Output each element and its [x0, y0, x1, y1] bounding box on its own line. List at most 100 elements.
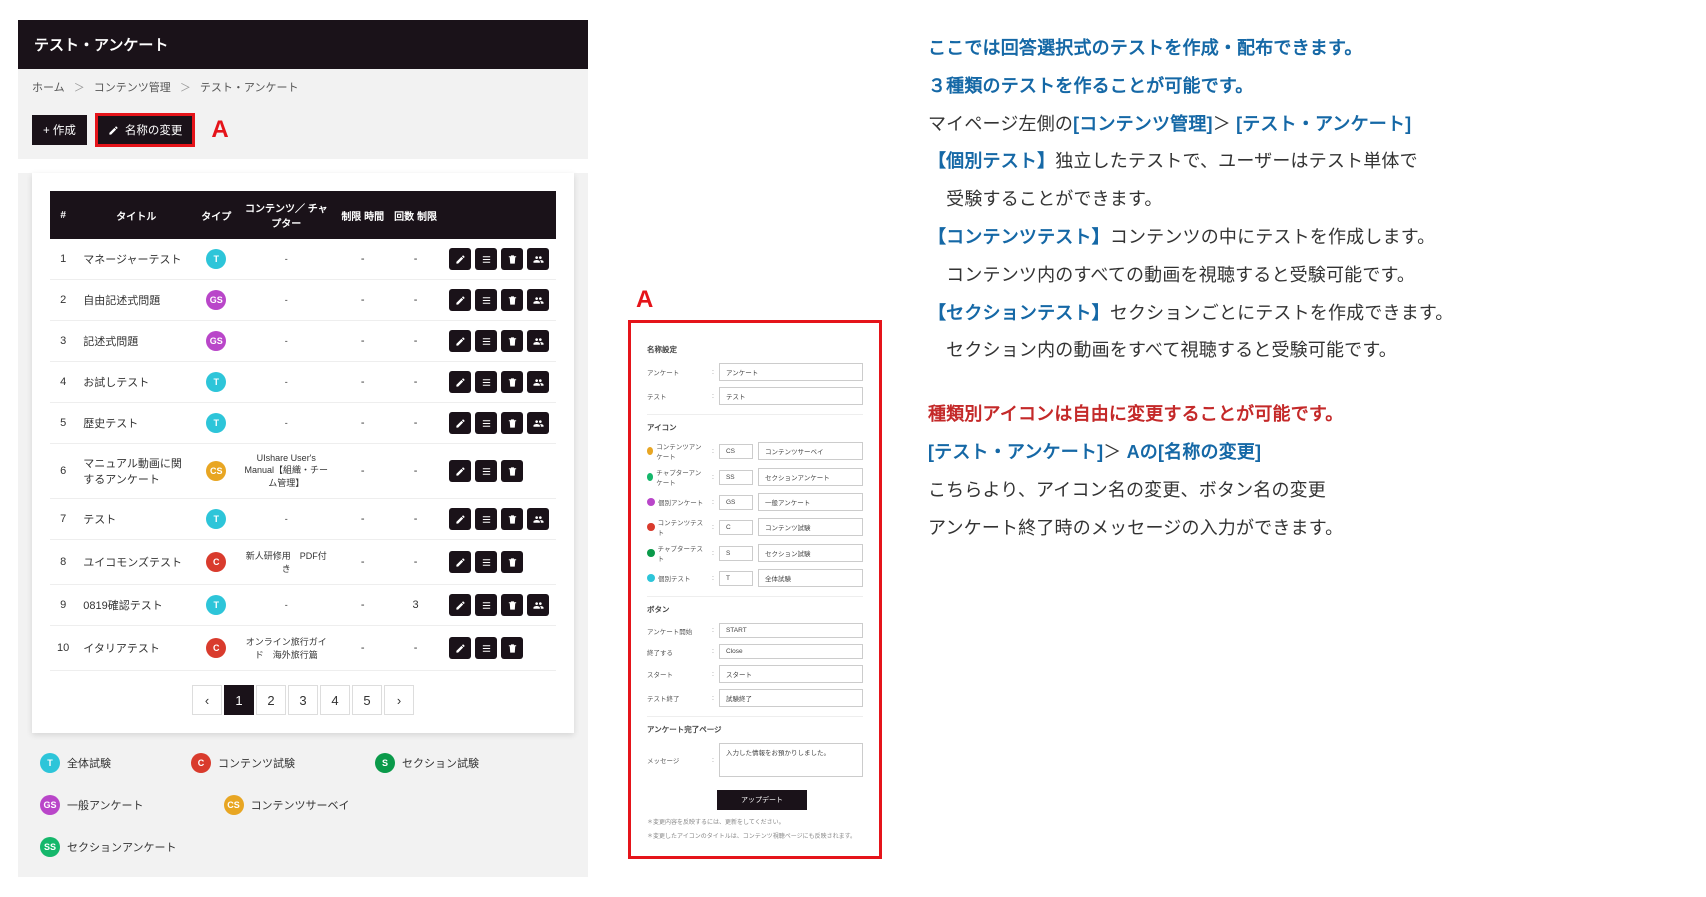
legend-item: SSセクションアンケート	[40, 837, 177, 857]
trash-icon[interactable]	[501, 330, 523, 352]
page-prev[interactable]: ‹	[192, 685, 222, 715]
code-field[interactable]: CS	[719, 444, 753, 459]
users-icon[interactable]	[527, 371, 549, 393]
code-field[interactable]: SS	[719, 470, 753, 485]
field-label: 個別アンケート	[647, 497, 707, 507]
code-field[interactable]: C	[719, 520, 753, 535]
edit-icon[interactable]	[449, 637, 471, 659]
legend-item: CSコンテンツサーベイ	[224, 795, 350, 815]
page-3[interactable]: 3	[288, 685, 318, 715]
value-field[interactable]: コンテンツサーベイ	[758, 442, 863, 460]
list-icon[interactable]	[475, 248, 497, 270]
breadcrumb-test[interactable]: テスト・アンケート	[200, 82, 299, 94]
field-label: コンテンツアンケート	[647, 441, 707, 461]
breadcrumb-content[interactable]: コンテンツ管理	[94, 82, 171, 94]
type-chip: T	[206, 249, 226, 269]
table-row: 2自由記述式問題GS---	[50, 280, 556, 321]
trash-icon[interactable]	[501, 412, 523, 434]
trash-icon[interactable]	[501, 371, 523, 393]
page-1[interactable]: 1	[224, 685, 254, 715]
edit-icon[interactable]	[449, 412, 471, 434]
breadcrumb-home[interactable]: ホーム	[32, 82, 65, 94]
field-label: アンケート	[647, 367, 707, 377]
trash-icon[interactable]	[501, 637, 523, 659]
table-row: 4お試しテストT---	[50, 362, 556, 403]
explanation: ここでは回答選択式のテストを作成・配布できます。 ３種類のテストを作ることが可能…	[928, 20, 1706, 547]
users-icon[interactable]	[527, 289, 549, 311]
field-label: テスト終了	[647, 693, 707, 703]
list-icon[interactable]	[475, 412, 497, 434]
edit-icon[interactable]	[449, 248, 471, 270]
create-button[interactable]: + 作成	[32, 115, 87, 145]
legend-chip: GS	[40, 795, 60, 815]
breadcrumb: ホーム ＞ コンテンツ管理 ＞ テスト・アンケート	[18, 69, 588, 105]
code-field[interactable]: T	[719, 571, 753, 586]
list-icon[interactable]	[475, 289, 497, 311]
list-icon[interactable]	[475, 637, 497, 659]
value-field[interactable]: Close	[719, 644, 863, 659]
list-icon[interactable]	[475, 551, 497, 573]
page-next[interactable]: ›	[384, 685, 414, 715]
list-icon[interactable]	[475, 508, 497, 530]
pencil-icon	[108, 125, 119, 136]
form-row: チャプターテスト:Sセクション試験	[647, 540, 863, 566]
users-icon[interactable]	[527, 248, 549, 270]
type-chip: T	[206, 595, 226, 615]
users-icon[interactable]	[527, 594, 549, 616]
list-icon[interactable]	[475, 594, 497, 616]
value-field[interactable]: セクションアンケート	[758, 468, 863, 486]
value-field[interactable]: START	[719, 623, 863, 638]
th-count: 回数 制限	[389, 191, 442, 239]
users-icon[interactable]	[527, 330, 549, 352]
trash-icon[interactable]	[501, 248, 523, 270]
field-label: 個別テスト	[647, 573, 707, 583]
legend-chip: T	[40, 753, 60, 773]
update-button[interactable]: アップデート	[717, 790, 807, 810]
edit-icon[interactable]	[449, 508, 471, 530]
msg-label: メッセージ	[647, 755, 707, 765]
trash-icon[interactable]	[501, 460, 523, 482]
users-icon[interactable]	[527, 508, 549, 530]
edit-icon[interactable]	[449, 330, 471, 352]
edit-icon[interactable]	[449, 460, 471, 482]
form-note1: ＊変更内容を反映するには、更新をしてください。	[647, 814, 863, 828]
edit-icon[interactable]	[449, 594, 471, 616]
legend: T全体試験Cコンテンツ試験Sセクション試験GS一般アンケートCSコンテンツサーベ…	[18, 747, 588, 875]
trash-icon[interactable]	[501, 594, 523, 616]
edit-icon[interactable]	[449, 371, 471, 393]
page-2[interactable]: 2	[256, 685, 286, 715]
type-chip: T	[206, 413, 226, 433]
list-icon[interactable]	[475, 371, 497, 393]
value-field[interactable]: アンケート	[719, 363, 863, 381]
marker-a-form: A	[636, 286, 888, 314]
form-row: コンテンツテスト:Cコンテンツ試験	[647, 514, 863, 540]
th-num: #	[50, 191, 76, 239]
trash-icon[interactable]	[501, 551, 523, 573]
code-field[interactable]: GS	[719, 495, 753, 510]
rename-button[interactable]: 名称の変更	[97, 115, 194, 145]
pagination: ‹ 12345 ›	[50, 671, 556, 715]
page-title: テスト・アンケート	[18, 20, 588, 69]
value-field[interactable]: 一般アンケート	[758, 493, 863, 511]
value-field[interactable]: セクション試験	[758, 544, 863, 562]
msg-field[interactable]: 入力した情報をお預かりしました。	[719, 743, 863, 777]
edit-icon[interactable]	[449, 289, 471, 311]
legend-item: GS一般アンケート	[40, 795, 144, 815]
type-chip: CS	[206, 461, 226, 481]
users-icon[interactable]	[527, 412, 549, 434]
trash-icon[interactable]	[501, 289, 523, 311]
page-4[interactable]: 4	[320, 685, 350, 715]
value-field[interactable]: スタート	[719, 665, 863, 683]
list-icon[interactable]	[475, 330, 497, 352]
value-field[interactable]: コンテンツ試験	[758, 518, 863, 536]
legend-chip: S	[375, 753, 395, 773]
field-label: 終了する	[647, 647, 707, 657]
edit-icon[interactable]	[449, 551, 471, 573]
value-field[interactable]: 試験終了	[719, 689, 863, 707]
value-field[interactable]: テスト	[719, 387, 863, 405]
code-field[interactable]: S	[719, 546, 753, 561]
list-icon[interactable]	[475, 460, 497, 482]
trash-icon[interactable]	[501, 508, 523, 530]
value-field[interactable]: 全体試験	[758, 569, 863, 587]
page-5[interactable]: 5	[352, 685, 382, 715]
